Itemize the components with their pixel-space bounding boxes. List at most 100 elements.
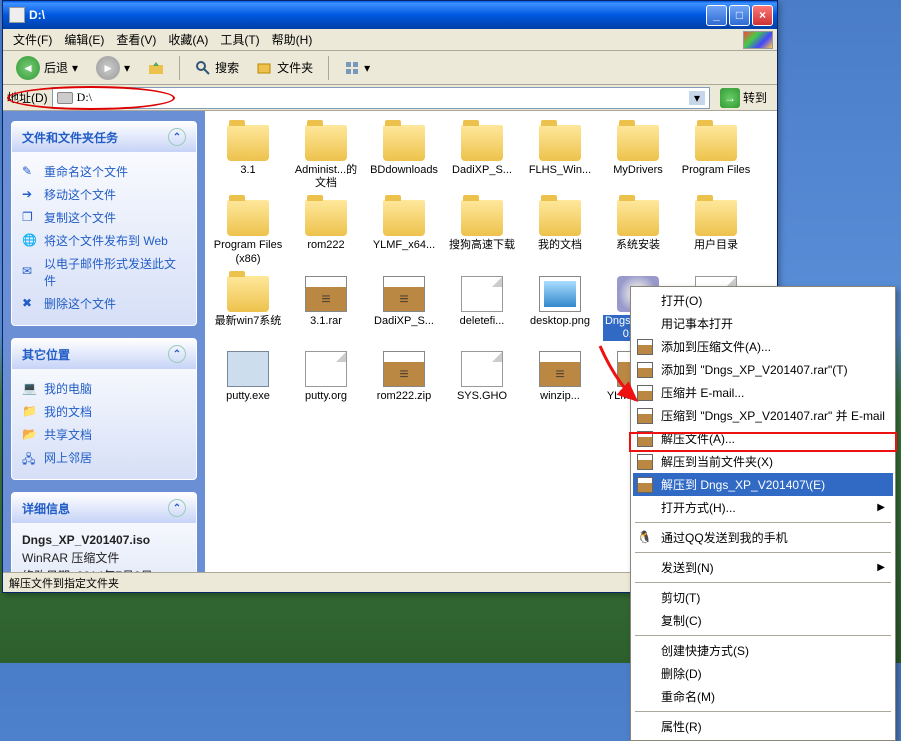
details-panel: 详细信息 ⌃ Dngs_XP_V201407.iso WinRAR 压缩文件 修…	[11, 492, 197, 572]
folder-icon	[461, 125, 503, 161]
file-item[interactable]: 3.1.rar	[289, 272, 363, 345]
file-icon	[305, 351, 347, 387]
submenu-arrow-icon: ▶	[877, 562, 885, 573]
context-item[interactable]: 属性(R)	[633, 715, 893, 738]
context-label: 压缩到 "Dngs_XP_V201407.rar" 并 E-mail	[661, 407, 885, 424]
network-icon: 🖧	[22, 450, 38, 466]
task-move[interactable]: ➔移动这个文件	[22, 183, 186, 206]
task-mail[interactable]: ✉以电子邮件形式发送此文件	[22, 252, 186, 292]
task-rename[interactable]: ✎重命名这个文件	[22, 160, 186, 183]
up-button[interactable]	[141, 56, 171, 80]
go-button[interactable]: → 转到	[714, 86, 773, 110]
menu-tools[interactable]: 工具(T)	[214, 29, 265, 50]
exe-icon	[227, 351, 269, 387]
file-label: putty.exe	[213, 390, 283, 403]
file-label: 系统安装	[603, 239, 673, 252]
file-item[interactable]: desktop.png	[523, 272, 597, 345]
file-label: 3.1.rar	[291, 315, 361, 328]
file-item[interactable]: 我的文档	[523, 196, 597, 269]
details-filename: Dngs_XP_V201407.iso	[22, 531, 186, 549]
context-label: 剪切(T)	[661, 589, 700, 606]
file-item[interactable]: FLHS_Win...	[523, 121, 597, 194]
address-input[interactable]	[77, 90, 685, 105]
close-button[interactable]: ×	[752, 5, 773, 26]
place-shared[interactable]: 📂共享文档	[22, 423, 186, 446]
context-item[interactable]: 解压到 Dngs_XP_V201407\(E)	[633, 473, 893, 496]
file-label: SYS.GHO	[447, 390, 517, 403]
context-item[interactable]: 解压文件(A)...	[633, 427, 893, 450]
context-item[interactable]: 删除(D)	[633, 662, 893, 685]
file-item[interactable]: Administ...的文档	[289, 121, 363, 194]
place-computer[interactable]: 💻我的电脑	[22, 377, 186, 400]
docs-icon: 📁	[22, 404, 38, 420]
folder-icon	[539, 200, 581, 236]
back-button[interactable]: ◄ 后退 ▾	[9, 52, 85, 84]
views-button[interactable]: ▾	[337, 56, 377, 80]
copy-icon: ❐	[22, 210, 38, 226]
context-item[interactable]: 重命名(M)	[633, 685, 893, 708]
file-item[interactable]: Program Files	[679, 121, 753, 194]
file-item[interactable]: Program Files (x86)	[211, 196, 285, 269]
place-network[interactable]: 🖧网上邻居	[22, 446, 186, 469]
file-item[interactable]: rom222	[289, 196, 363, 269]
context-item[interactable]: 创建快捷方式(S)	[633, 639, 893, 662]
folders-button[interactable]: 文件夹	[250, 55, 320, 80]
places-header[interactable]: 其它位置 ⌃	[12, 339, 196, 369]
folder-icon	[461, 200, 503, 236]
file-label: DadiXP_S...	[369, 315, 439, 328]
address-label: 地址(D)	[7, 89, 48, 106]
place-docs[interactable]: 📁我的文档	[22, 400, 186, 423]
file-item[interactable]: putty.org	[289, 347, 363, 407]
file-item[interactable]: 3.1	[211, 121, 285, 194]
minimize-button[interactable]: _	[706, 5, 727, 26]
context-item[interactable]: 复制(C)	[633, 609, 893, 632]
menu-favorites[interactable]: 收藏(A)	[162, 29, 214, 50]
context-item[interactable]: 压缩到 "Dngs_XP_V201407.rar" 并 E-mail	[633, 404, 893, 427]
maximize-button[interactable]: □	[729, 5, 750, 26]
task-delete[interactable]: ✖删除这个文件	[22, 292, 186, 315]
details-header[interactable]: 详细信息 ⌃	[12, 493, 196, 523]
task-web[interactable]: 🌐将这个文件发布到 Web	[22, 229, 186, 252]
context-item[interactable]: 添加到 "Dngs_XP_V201407.rar"(T)	[633, 358, 893, 381]
file-item[interactable]: winzip...	[523, 347, 597, 407]
task-copy[interactable]: ❐复制这个文件	[22, 206, 186, 229]
file-item[interactable]: 搜狗高速下载	[445, 196, 519, 269]
titlebar[interactable]: D:\ _ □ ×	[3, 1, 777, 29]
context-item[interactable]: 发送到(N) ▶	[633, 556, 893, 579]
address-field[interactable]: ▾	[52, 87, 710, 109]
file-item[interactable]: 系统安装	[601, 196, 675, 269]
file-item[interactable]: YLMF_x64...	[367, 196, 441, 269]
context-label: 发送到(N)	[661, 559, 714, 576]
file-item[interactable]: deletefi...	[445, 272, 519, 345]
menu-help[interactable]: 帮助(H)	[266, 29, 319, 50]
folder-icon	[227, 125, 269, 161]
file-item[interactable]: 最新win7系统	[211, 272, 285, 345]
tasks-header[interactable]: 文件和文件夹任务 ⌃	[12, 122, 196, 152]
collapse-icon: ⌃	[168, 499, 186, 517]
file-item[interactable]: putty.exe	[211, 347, 285, 407]
file-item[interactable]: MyDrivers	[601, 121, 675, 194]
folder-icon	[305, 125, 347, 161]
file-item[interactable]: DadiXP_S...	[445, 121, 519, 194]
address-dropdown[interactable]: ▾	[689, 91, 705, 105]
context-item[interactable]: 🐧通过QQ发送到我的手机	[633, 526, 893, 549]
context-item[interactable]: 压缩并 E-mail...	[633, 381, 893, 404]
file-item[interactable]: DadiXP_S...	[367, 272, 441, 345]
file-item[interactable]: SYS.GHO	[445, 347, 519, 407]
menu-edit[interactable]: 编辑(E)	[58, 29, 110, 50]
rar-icon	[637, 385, 653, 401]
context-item[interactable]: 打开方式(H)...▶	[633, 496, 893, 519]
forward-button[interactable]: ► ▾	[89, 52, 137, 84]
file-item[interactable]: 用户目录	[679, 196, 753, 269]
search-button[interactable]: 搜索	[188, 55, 246, 80]
menu-view[interactable]: 查看(V)	[110, 29, 162, 50]
context-item[interactable]: 打开(O)	[633, 289, 893, 312]
menu-file[interactable]: 文件(F)	[7, 29, 58, 50]
file-item[interactable]: BDdownloads	[367, 121, 441, 194]
context-item[interactable]: 剪切(T)	[633, 586, 893, 609]
context-item[interactable]: 解压到当前文件夹(X)	[633, 450, 893, 473]
file-item[interactable]: rom222.zip	[367, 347, 441, 407]
folder-icon	[539, 125, 581, 161]
context-item[interactable]: 添加到压缩文件(A)...	[633, 335, 893, 358]
context-item[interactable]: 用记事本打开	[633, 312, 893, 335]
